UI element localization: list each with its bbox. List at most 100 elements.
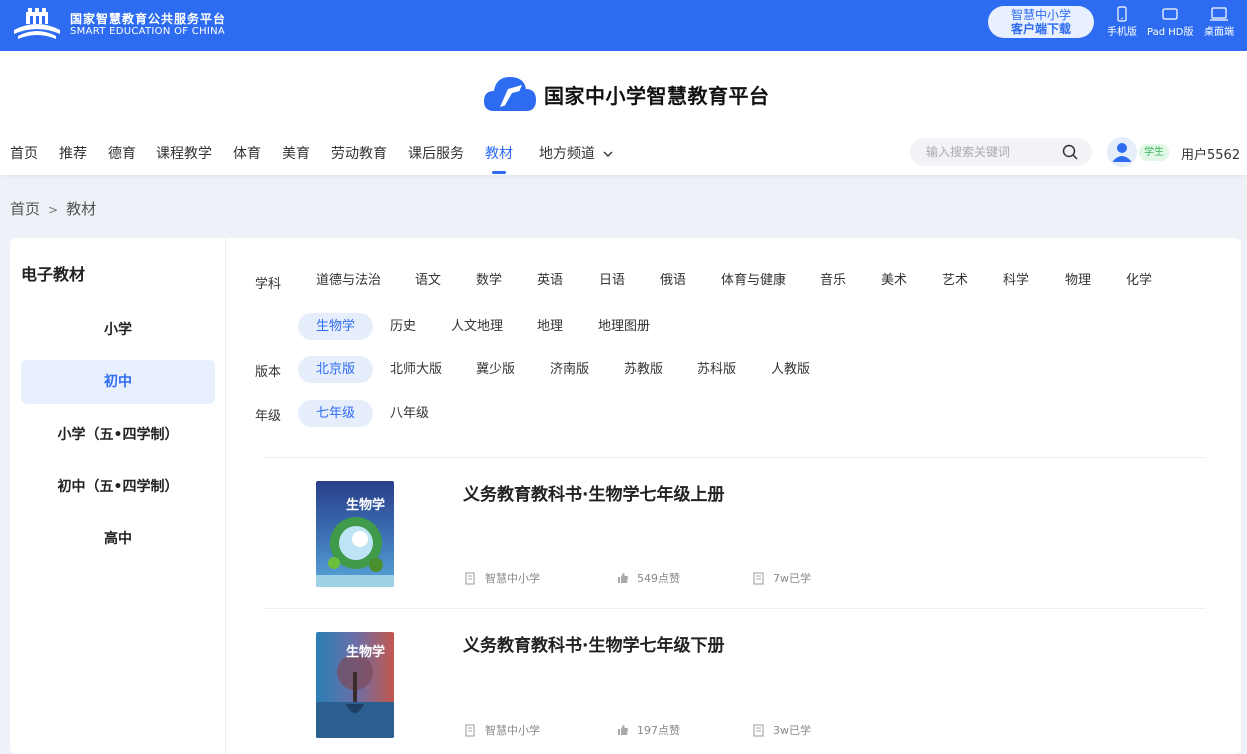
edition-chip-selected[interactable]: 北京版 <box>298 356 374 383</box>
nav-after-school[interactable]: 课后服务 <box>408 143 464 163</box>
divider <box>264 457 1206 458</box>
nav-courses[interactable]: 课程教学 <box>156 143 212 163</box>
desktop-version-link[interactable]: 桌面端 <box>1204 6 1234 38</box>
publisher-icon <box>465 723 475 737</box>
learned-text: 3w已学 <box>773 724 811 737</box>
sidebar: 电子教材 小学 初中 小学（五•四学制） 初中（五•四学制） 高中 <box>10 238 226 754</box>
book-learned: 7w已学 <box>753 570 811 586</box>
user-icon <box>1113 143 1131 162</box>
nav-home[interactable]: 首页 <box>10 143 38 163</box>
top-bar: 国家智慧教育公共服务平台 SMART EDUCATION OF CHINA 智慧… <box>0 0 1247 51</box>
learned-icon <box>753 723 764 737</box>
edition-chip[interactable]: 苏科版 <box>697 356 736 383</box>
sidebar-item-primary[interactable]: 小学 <box>21 308 215 352</box>
nav-arts[interactable]: 美育 <box>282 143 310 163</box>
book-title[interactable]: 义务教育教科书·生物学七年级下册 <box>463 631 724 656</box>
avatar[interactable] <box>1107 137 1137 167</box>
cloud-book-logo-icon <box>484 77 536 111</box>
thumbs-up-icon <box>618 725 628 735</box>
breadcrumb-separator: > <box>48 203 59 217</box>
book-publisher: 智慧中小学 <box>465 722 540 738</box>
sidebar-item-junior[interactable]: 初中 <box>21 360 215 404</box>
search-input[interactable] <box>910 138 1050 166</box>
subject-label: 学科 <box>255 277 282 292</box>
edition-chip[interactable]: 冀少版 <box>476 356 515 383</box>
book-title[interactable]: 义务教育教科书·生物学七年级上册 <box>463 480 724 505</box>
username[interactable]: 用户5562 <box>1181 144 1240 163</box>
book-cover-title: 生物学 <box>346 644 385 660</box>
breadcrumb-home[interactable]: 首页 <box>10 200 40 218</box>
nav-sports[interactable]: 体育 <box>233 143 261 163</box>
chevron-down-icon <box>603 151 613 157</box>
subject-chip[interactable]: 日语 <box>599 267 625 294</box>
pad-version-link[interactable]: Pad HD版 <box>1147 6 1193 38</box>
sidebar-item-junior-54[interactable]: 初中（五•四学制） <box>21 465 215 509</box>
book-cover-title: 生物学 <box>346 497 385 513</box>
subject-chip[interactable]: 地理图册 <box>598 313 650 340</box>
download-line1: 智慧中小学 <box>1010 8 1071 22</box>
subject-chip-selected[interactable]: 生物学 <box>298 313 374 340</box>
subject-chip[interactable]: 语文 <box>415 267 441 294</box>
subject-chip[interactable]: 体育与健康 <box>721 267 786 294</box>
subject-chip[interactable]: 美术 <box>881 267 907 294</box>
desktop-icon <box>1210 7 1228 21</box>
book-cover[interactable]: 生物学 <box>316 481 394 587</box>
edition-chip[interactable]: 北师大版 <box>390 356 442 383</box>
pad-version-label: Pad HD版 <box>1147 27 1194 38</box>
content-panel: 电子教材 小学 初中 小学（五•四学制） 初中（五•四学制） 高中 学科 道德与… <box>10 238 1241 754</box>
phone-version-link[interactable]: 手机版 <box>1107 6 1137 38</box>
nav-recommend[interactable]: 推荐 <box>59 143 87 163</box>
grade-chip-selected[interactable]: 七年级 <box>298 400 374 427</box>
tablet-icon <box>1162 8 1178 20</box>
subject-chip[interactable]: 道德与法治 <box>316 267 381 294</box>
edition-chip[interactable]: 济南版 <box>550 356 589 383</box>
nav-moral[interactable]: 德育 <box>108 143 136 163</box>
sidebar-item-primary-54[interactable]: 小学（五•四学制） <box>21 413 215 457</box>
book-likes: 549点赞 <box>617 570 680 586</box>
sidebar-title: 电子教材 <box>21 265 86 284</box>
brand-logo[interactable]: 国家中小学智慧教育平台 <box>482 71 770 117</box>
nav-local-channel[interactable]: 地方频道 <box>539 143 613 163</box>
subject-chip[interactable]: 数学 <box>476 267 502 294</box>
phone-version-label: 手机版 <box>1107 27 1137 38</box>
learned-text: 7w已学 <box>773 572 811 585</box>
subject-chip[interactable]: 地理 <box>537 313 563 340</box>
subject-chip[interactable]: 科学 <box>1003 267 1029 294</box>
sidebar-item-senior[interactable]: 高中 <box>21 517 215 561</box>
publisher-icon <box>465 571 475 585</box>
role-badge: 学生 <box>1139 144 1169 161</box>
subject-chip[interactable]: 俄语 <box>660 267 686 294</box>
book-publisher: 智慧中小学 <box>465 570 540 586</box>
breadcrumb-current: 教材 <box>66 200 97 218</box>
phone-icon <box>1117 6 1127 22</box>
grade-label: 年级 <box>255 409 282 424</box>
search-icon[interactable] <box>1062 144 1078 160</box>
edition-label: 版本 <box>255 365 282 380</box>
main-header: 国家中小学智慧教育平台 首页 推荐 德育 课程教学 体育 美育 劳动教育 课后服… <box>0 51 1247 175</box>
subject-chip[interactable]: 历史 <box>390 313 416 340</box>
edition-chip[interactable]: 人教版 <box>771 356 810 383</box>
nav-local-label: 地方频道 <box>539 146 595 162</box>
desktop-version-label: 桌面端 <box>1204 27 1234 38</box>
book-cover[interactable]: 生物学 <box>316 632 394 738</box>
subject-chip[interactable]: 音乐 <box>820 267 846 294</box>
client-download-button[interactable]: 智慧中小学 客户端下载 <box>988 6 1094 38</box>
platform-name-en: SMART EDUCATION OF CHINA <box>70 26 226 37</box>
platform-name-cn: 国家智慧教育公共服务平台 <box>70 12 227 26</box>
subject-chip[interactable]: 艺术 <box>942 267 968 294</box>
subject-chip[interactable]: 物理 <box>1065 267 1091 294</box>
brand-title: 国家中小学智慧教育平台 <box>544 83 770 108</box>
likes-text: 197点赞 <box>637 724 680 737</box>
subject-chip[interactable]: 人文地理 <box>451 313 503 340</box>
thumbs-up-icon <box>618 573 628 583</box>
platform-logo-icon[interactable] <box>10 6 64 42</box>
subject-chip[interactable]: 英语 <box>537 267 563 294</box>
subject-chip[interactable]: 化学 <box>1126 267 1152 294</box>
publisher-text: 智慧中小学 <box>485 724 540 737</box>
edition-chip[interactable]: 苏教版 <box>624 356 663 383</box>
nav-textbooks[interactable]: 教材 <box>485 143 513 163</box>
book-cover-image: 生物学 <box>316 481 394 587</box>
nav-labor[interactable]: 劳动教育 <box>331 143 387 163</box>
grade-chip[interactable]: 八年级 <box>390 400 429 427</box>
book-likes: 197点赞 <box>617 722 680 738</box>
